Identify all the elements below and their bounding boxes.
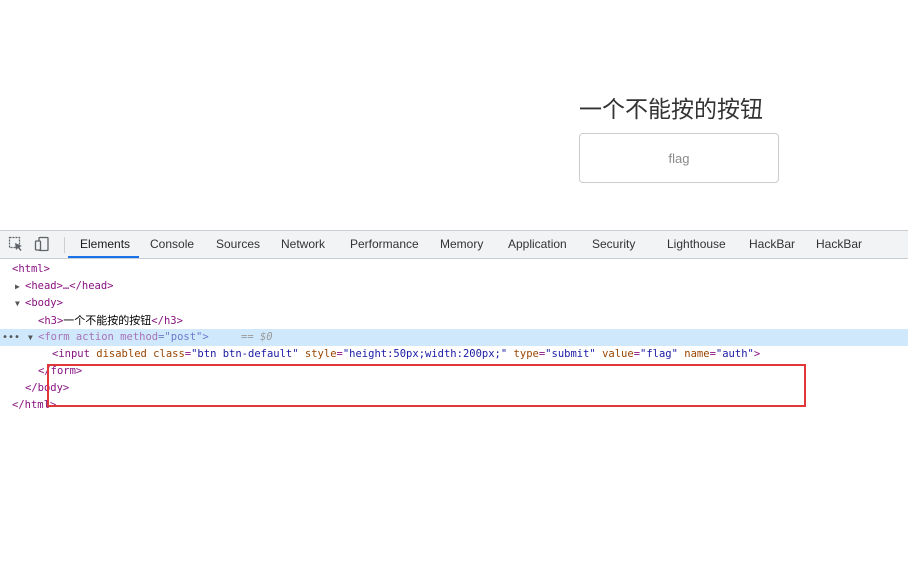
tab-memory[interactable]: Memory — [440, 231, 483, 258]
dom-node-head[interactable]: ▶ <head>…</head> — [0, 278, 908, 295]
input-close-bracket: > — [753, 348, 761, 360]
web-page-viewport: 一个不能按的按钮 flag — [0, 0, 908, 230]
input-val-style: "height:50px;width:200px;" — [342, 348, 508, 360]
dom-node-body[interactable]: ▼ <body> — [0, 295, 908, 312]
tab-hackbar-2[interactable]: HackBar — [816, 231, 862, 258]
tab-network[interactable]: Network — [281, 231, 325, 258]
selected-node-marker: == $0 — [241, 331, 273, 343]
html-close-tag: </html> — [12, 399, 57, 411]
input-attr-name: name — [684, 348, 710, 360]
dom-node-body-close[interactable]: </body> — [0, 380, 908, 397]
input-val-class: "btn btn-default" — [191, 348, 299, 360]
device-toggle-icon[interactable] — [34, 236, 50, 252]
body-open-tag: <body> — [25, 297, 63, 309]
body-close-tag: </body> — [25, 382, 70, 394]
html-open-tag: <html> — [12, 263, 50, 275]
input-attr-value: value — [602, 348, 634, 360]
dom-node-form-selected[interactable]: ••• ▼ <form action method="post"> == $0 — [0, 329, 908, 346]
tab-lighthouse[interactable]: Lighthouse — [667, 231, 726, 258]
input-val-type: "submit" — [545, 348, 596, 360]
h3-text-node: 一个不能按的按钮 — [63, 314, 152, 327]
h3-close-tag: </h3> — [151, 315, 183, 327]
input-open-tag: <input — [52, 348, 90, 360]
expand-caret-icon[interactable]: ▶ — [0, 278, 25, 295]
tab-application[interactable]: Application — [508, 231, 567, 258]
dom-node-h3[interactable]: <h3>一个不能按的按钮</h3> — [0, 312, 908, 329]
form-open-tag: <form action method — [38, 331, 159, 343]
tab-elements[interactable]: Elements — [80, 231, 130, 258]
active-tab-indicator — [68, 256, 139, 258]
dom-node-html-close[interactable]: </html> — [0, 397, 908, 414]
dom-node-form-close[interactable]: </form> — [0, 363, 908, 380]
form-method-value: ="post"> — [158, 331, 209, 343]
input-attr-disabled: disabled — [96, 348, 147, 360]
elements-dom-tree: <html> ▶ <head>…</head> ▼ <body> <h3>一个不能按… — [0, 259, 908, 579]
dom-node-html[interactable]: <html> — [0, 261, 908, 278]
tab-sources[interactable]: Sources — [216, 231, 260, 258]
input-attr-type: type — [513, 348, 539, 360]
head-collapsed-tag: <head>…</head> — [25, 280, 114, 292]
h3-open-tag: <h3> — [38, 315, 64, 327]
input-val-name: "auth" — [715, 348, 754, 360]
form-close-tag: </form> — [38, 365, 83, 377]
row-menu-icon[interactable]: ••• — [2, 329, 20, 346]
devtools-tabbar: Elements Console Sources Network Perform… — [0, 231, 908, 259]
tab-security[interactable]: Security — [592, 231, 635, 258]
input-attr-class: class — [153, 348, 185, 360]
toolbar-separator — [64, 237, 65, 253]
tab-console[interactable]: Console — [150, 231, 194, 258]
inspect-element-icon[interactable] — [8, 236, 24, 252]
tab-performance[interactable]: Performance — [350, 231, 419, 258]
tab-hackbar[interactable]: HackBar — [749, 231, 795, 258]
page-heading: 一个不能按的按钮 — [579, 97, 763, 123]
input-attr-style: style — [304, 348, 337, 360]
devtools-panel: Elements Console Sources Network Perform… — [0, 230, 908, 579]
input-val-value: "flag" — [640, 348, 678, 360]
disabled-flag-button[interactable]: flag — [579, 133, 779, 183]
dom-node-input[interactable]: <input disabled class="btn btn-default" … — [0, 346, 908, 363]
collapse-caret-icon[interactable]: ▼ — [0, 295, 25, 312]
